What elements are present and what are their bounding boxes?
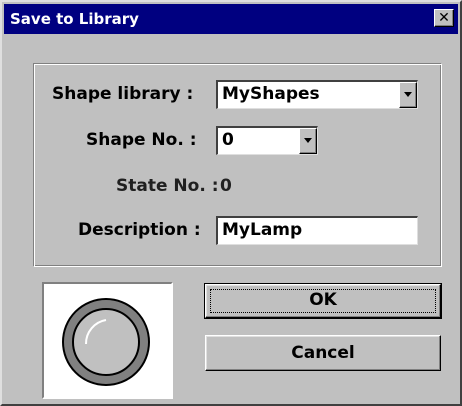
description-input[interactable]: MyLamp bbox=[216, 216, 418, 245]
chevron-down-icon bbox=[304, 138, 312, 143]
cancel-button[interactable]: Cancel bbox=[205, 335, 441, 371]
lamp-icon bbox=[62, 298, 150, 386]
chevron-down-icon bbox=[404, 92, 412, 97]
dialog-title: Save to Library bbox=[10, 10, 139, 28]
title-bar[interactable]: Save to Library ✕ bbox=[4, 4, 458, 34]
description-label: Description : bbox=[78, 220, 201, 240]
save-to-library-dialog: Save to Library ✕ Shape library : MyShap… bbox=[0, 0, 462, 406]
ok-button[interactable]: OK bbox=[204, 283, 442, 319]
cancel-button-label: Cancel bbox=[291, 343, 355, 363]
shape-library-value: MyShapes bbox=[222, 84, 320, 104]
shape-no-dropdown-button[interactable] bbox=[299, 128, 317, 154]
description-value: MyLamp bbox=[222, 220, 303, 240]
close-icon: ✕ bbox=[438, 10, 450, 26]
shape-no-select[interactable]: 0 bbox=[216, 126, 318, 155]
shape-no-label: Shape No. : bbox=[86, 130, 197, 150]
shape-library-label: Shape library : bbox=[52, 84, 194, 104]
shape-no-value: 0 bbox=[222, 130, 234, 150]
shape-preview bbox=[42, 282, 173, 399]
focus-ring bbox=[210, 289, 436, 313]
close-button[interactable]: ✕ bbox=[434, 9, 454, 27]
shape-library-select[interactable]: MyShapes bbox=[216, 80, 418, 109]
state-no-value: 0 bbox=[220, 176, 232, 196]
shape-library-dropdown-button[interactable] bbox=[399, 82, 417, 108]
state-no-label: State No. : bbox=[116, 176, 219, 196]
